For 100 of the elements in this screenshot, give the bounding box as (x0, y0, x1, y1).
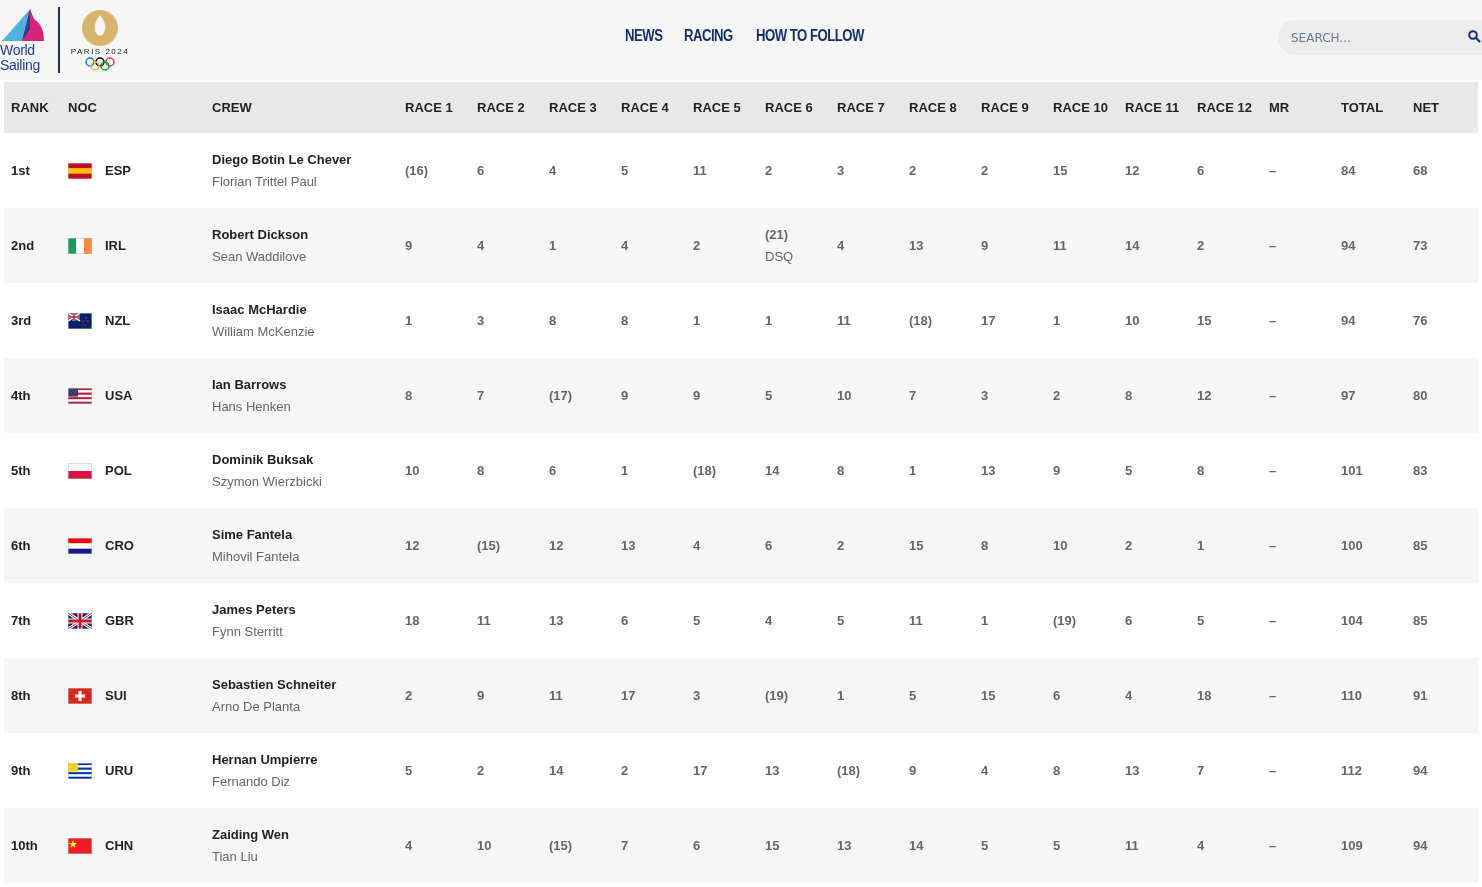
race-score: 15 (909, 538, 925, 553)
flag-icon (68, 312, 92, 329)
column-header: RACE 11 (1125, 100, 1181, 115)
net-points: 85 (1413, 538, 1429, 553)
race-score: 13 (765, 763, 781, 778)
race-score: 1 (909, 463, 918, 478)
race-score: 17 (981, 313, 997, 328)
race-score: 9 (693, 388, 702, 403)
flag-icon (68, 837, 92, 854)
race-score: 8 (981, 538, 990, 553)
match-race-cell-text: – (1269, 538, 1278, 553)
race-score: 4 (1125, 688, 1134, 703)
match-race-cell-text: – (1269, 763, 1278, 778)
race-score: 13 (837, 838, 853, 853)
race-score: 4 (693, 538, 702, 553)
country-code: ESP (105, 163, 131, 178)
penalty-code: DSQ (765, 249, 795, 264)
race-score: 1 (1053, 313, 1062, 328)
net-points: 85 (1413, 613, 1429, 628)
search-field[interactable]: SEARCH... (1278, 20, 1482, 55)
nav-link[interactable]: NEWS (625, 27, 663, 45)
race-score: (18) (837, 763, 862, 778)
race-score: 2 (693, 238, 702, 253)
race-score: 8 (405, 388, 414, 403)
column-header: RACE 7 (837, 100, 886, 115)
column-header: RACE 9 (981, 100, 1030, 115)
flag-icon (68, 687, 92, 704)
race-score: 4 (1197, 838, 1206, 853)
race-score: 11 (909, 613, 924, 628)
flag-icon (68, 162, 92, 179)
crew-name: Szymon Wierzbicki (212, 474, 323, 489)
race-score: 1 (621, 463, 630, 478)
column-header: TOTAL (1341, 100, 1385, 115)
race-score: 5 (693, 613, 702, 628)
match-race-cell-text: – (1269, 613, 1278, 628)
net-points: 91 (1413, 688, 1429, 703)
column-header: RACE 3 (549, 100, 598, 115)
column-header: RACE 1 (405, 100, 454, 115)
race-score: 13 (909, 238, 925, 253)
race-score: 14 (549, 763, 565, 778)
column-header: NET (1413, 100, 1440, 115)
race-score: 4 (981, 763, 990, 778)
crew-name: Hans Henken (212, 399, 292, 414)
race-score: 9 (477, 688, 486, 703)
net-points: 94 (1413, 763, 1429, 778)
helmsman-name: Sebastien Schneiter (212, 677, 338, 692)
race-score: 1 (837, 688, 846, 703)
nav-link[interactable]: HOW TO FOLLOW (756, 27, 864, 45)
race-score: 5 (765, 388, 774, 403)
flag-icon (68, 537, 92, 554)
race-score: 8 (837, 463, 846, 478)
race-score: 2 (477, 763, 486, 778)
race-score: 5 (621, 163, 630, 178)
race-score: 14 (909, 838, 925, 853)
race-score: (18) (693, 463, 718, 478)
column-header: RACE 2 (477, 100, 526, 115)
helmsman-name: Sime Fantela (212, 527, 294, 542)
race-score: 5 (405, 763, 414, 778)
race-score: 5 (1053, 838, 1062, 853)
helmsman-name: Dominik Buksak (212, 452, 315, 467)
event-name: PARIS 2024 (70, 47, 130, 57)
race-score: 4 (621, 238, 630, 253)
race-score: 17 (693, 763, 709, 778)
race-score: 6 (549, 463, 558, 478)
match-race-cell-text: – (1269, 163, 1278, 178)
race-score: 6 (1125, 613, 1134, 628)
race-score: (21) (765, 227, 790, 242)
rank-cell-text: 10th (10, 838, 39, 853)
search-icon[interactable] (1468, 30, 1481, 43)
race-score: (19) (765, 688, 790, 703)
race-score: 8 (1053, 763, 1062, 778)
race-score: 1 (693, 313, 702, 328)
column-header: RANK (10, 100, 50, 115)
match-race-cell-text: – (1269, 463, 1278, 478)
crew-name: Mihovil Fantela (212, 549, 301, 564)
race-score: 2 (909, 163, 918, 178)
helmsman-name: Hernan Umpierre (212, 752, 319, 767)
column-header: RACE 10 (1053, 100, 1109, 115)
nav-link[interactable]: RACING (683, 27, 733, 45)
race-score: 6 (765, 538, 774, 553)
country-code: GBR (105, 613, 134, 628)
crew-name: Fernando Diz (212, 774, 292, 789)
rank-cell-text: 5th (10, 463, 32, 478)
race-score: 12 (1125, 163, 1141, 178)
flag-icon (68, 387, 92, 404)
race-score: 8 (477, 463, 486, 478)
race-score: 1 (981, 613, 990, 628)
crew-name: Tian Liu (212, 849, 259, 864)
race-score: 3 (693, 688, 702, 703)
race-score: 8 (1197, 463, 1206, 478)
total-points: 94 (1341, 313, 1357, 328)
match-race-cell-text: – (1269, 238, 1278, 253)
match-race-cell-text: – (1269, 838, 1278, 853)
column-header: RACE 4 (621, 100, 670, 115)
race-score: 11 (1125, 838, 1140, 853)
race-score: 10 (1053, 538, 1069, 553)
logo-text: World (0, 43, 35, 58)
column-header: NOC (68, 100, 98, 115)
total-points: 112 (1341, 763, 1363, 778)
race-score: 10 (837, 388, 853, 403)
